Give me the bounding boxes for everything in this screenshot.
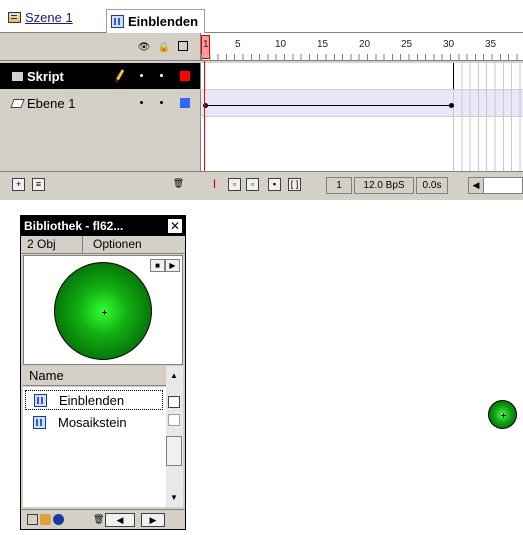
edit-multiple-frames-icon[interactable]: ▪ bbox=[268, 178, 281, 191]
frames-empty-area bbox=[200, 117, 523, 171]
current-frame-readout: 1 bbox=[326, 177, 352, 194]
layer-icon bbox=[12, 71, 23, 81]
breadcrumb-symbol[interactable]: Einblenden bbox=[106, 9, 206, 33]
scroll-left-icon[interactable]: ◀ bbox=[469, 178, 484, 193]
scroll-right-icon[interactable]: ▶ bbox=[141, 513, 165, 527]
scroll-left-icon[interactable]: ◀ bbox=[105, 513, 135, 527]
scroll-down-icon[interactable]: ▼ bbox=[166, 492, 182, 506]
library-vertical-scrollbar[interactable]: ▲ ▼ bbox=[166, 366, 183, 507]
scroll-thumb[interactable] bbox=[166, 436, 182, 466]
eye-icon[interactable]: 👁 bbox=[138, 41, 151, 53]
outline-icon[interactable] bbox=[178, 41, 188, 51]
lock-icon[interactable]: 🔒 bbox=[158, 41, 170, 53]
frame-rate-readout: 12.0 BpS bbox=[354, 177, 414, 194]
pencil-icon bbox=[114, 69, 125, 83]
breadcrumb-scene[interactable]: Szene 1 bbox=[8, 8, 73, 26]
frame-ruler[interactable]: 1 5 10 15 20 25 30 35 bbox=[200, 33, 523, 61]
movieclip-icon bbox=[33, 415, 46, 429]
movieclip-icon bbox=[34, 393, 47, 407]
column-name-label: Name bbox=[29, 368, 64, 383]
stop-icon[interactable]: ■ bbox=[150, 259, 165, 272]
delete-layer-icon[interactable]: 🗑 bbox=[172, 178, 185, 191]
timeline-horizontal-scrollbar[interactable]: ◀ bbox=[468, 177, 523, 194]
layer-ebene-1[interactable]: Ebene 1 bbox=[0, 90, 200, 116]
onion-markers-icon[interactable]: [ ] bbox=[288, 178, 301, 191]
lock-dot[interactable] bbox=[160, 101, 163, 104]
list-item[interactable]: Mosaikstein bbox=[25, 412, 163, 432]
library-object-count: 2 Obj bbox=[21, 236, 83, 253]
scene-icon bbox=[8, 11, 21, 23]
outline-color-swatch[interactable] bbox=[180, 98, 190, 108]
keyframe-end[interactable] bbox=[449, 103, 454, 108]
outline-color-swatch[interactable] bbox=[180, 71, 190, 81]
library-title: Bibliothek - fl62... bbox=[24, 219, 124, 233]
layer-name: Skript bbox=[27, 68, 64, 84]
new-folder-icon[interactable] bbox=[40, 514, 51, 525]
ruler-label: 35 bbox=[485, 39, 497, 50]
ruler-label: 10 bbox=[275, 39, 287, 50]
close-icon[interactable]: ✕ bbox=[167, 218, 183, 234]
registration-point-icon bbox=[102, 310, 107, 315]
play-icon[interactable]: ▶ bbox=[165, 259, 180, 272]
add-guide-layer-icon[interactable]: ≡ bbox=[32, 178, 45, 191]
ruler-label: 5 bbox=[235, 39, 241, 50]
timeline-bottom-bar: + ≡ 🗑 | ▫ ▫ ▪ [ ] 1 12.0 BpS 0.0s ◀ bbox=[0, 171, 523, 200]
list-item[interactable]: Einblenden bbox=[25, 390, 163, 410]
elapsed-time-readout: 0.0s bbox=[416, 177, 448, 194]
properties-icon[interactable] bbox=[53, 514, 64, 525]
frames-skript[interactable] bbox=[200, 63, 523, 89]
ruler-label: 1 bbox=[203, 39, 209, 50]
visibility-dot[interactable] bbox=[140, 101, 143, 104]
ruler-label: 15 bbox=[317, 39, 329, 50]
library-options-menu[interactable]: Optionen bbox=[83, 236, 185, 253]
symbol-label: Einblenden bbox=[128, 14, 199, 29]
ruler-label: 20 bbox=[359, 39, 371, 50]
lock-dot[interactable] bbox=[160, 74, 163, 77]
layer-header: 👁 🔒 bbox=[0, 33, 200, 61]
ruler-label: 30 bbox=[443, 39, 455, 50]
preview-circle bbox=[54, 262, 152, 360]
library-preview: ■ ▶ bbox=[23, 255, 183, 365]
scene-label[interactable]: Szene 1 bbox=[25, 10, 73, 25]
visibility-dot[interactable] bbox=[140, 74, 143, 77]
frame-grid bbox=[453, 117, 523, 171]
ruler-label: 25 bbox=[401, 39, 413, 50]
movieclip-icon bbox=[111, 15, 124, 28]
onion-outline-icon[interactable]: ▫ bbox=[246, 178, 259, 191]
stage-circle-instance[interactable] bbox=[488, 400, 517, 429]
library-column-header[interactable]: Name bbox=[23, 366, 183, 386]
timeline-panel: 👁 🔒 1 5 10 15 20 25 30 35 Skript Ebene 1 bbox=[0, 33, 523, 200]
ruler-ticks bbox=[201, 54, 523, 60]
preview-controls: ■ ▶ bbox=[150, 259, 180, 272]
layer-skript[interactable]: Skript bbox=[0, 63, 200, 89]
layer-icon bbox=[10, 98, 25, 108]
wide-view-icon[interactable] bbox=[168, 396, 180, 408]
frames-ebene-1[interactable] bbox=[200, 90, 523, 116]
new-symbol-icon[interactable] bbox=[27, 514, 38, 525]
frame-end-marker bbox=[453, 63, 454, 89]
registration-point-icon bbox=[501, 413, 506, 418]
frame-grid bbox=[453, 90, 523, 116]
library-panel: Bibliothek - fl62... ✕ 2 Obj Optionen ■ … bbox=[20, 215, 186, 530]
motion-tween-line bbox=[205, 105, 453, 106]
library-menubar: 2 Obj Optionen bbox=[21, 236, 185, 254]
library-title-bar[interactable]: Bibliothek - fl62... ✕ bbox=[21, 216, 185, 236]
item-name: Einblenden bbox=[59, 392, 125, 408]
layer-name: Ebene 1 bbox=[27, 95, 76, 111]
breadcrumb: Szene 1 Einblenden bbox=[0, 0, 523, 33]
playhead-line bbox=[204, 61, 205, 175]
trash-icon[interactable]: 🗑 bbox=[93, 514, 104, 525]
add-layer-icon[interactable]: + bbox=[12, 178, 25, 191]
center-frame-icon[interactable]: | bbox=[208, 178, 221, 191]
narrow-view-icon[interactable] bbox=[168, 414, 180, 426]
frame-grid bbox=[453, 63, 523, 89]
library-bottom-bar: 🗑 ◀ ▶ bbox=[21, 509, 185, 529]
onion-skin-icon[interactable]: ▫ bbox=[228, 178, 241, 191]
library-list: Einblenden Mosaikstein bbox=[23, 387, 166, 507]
scroll-up-icon[interactable]: ▲ bbox=[166, 370, 182, 384]
item-name: Mosaikstein bbox=[58, 414, 127, 430]
